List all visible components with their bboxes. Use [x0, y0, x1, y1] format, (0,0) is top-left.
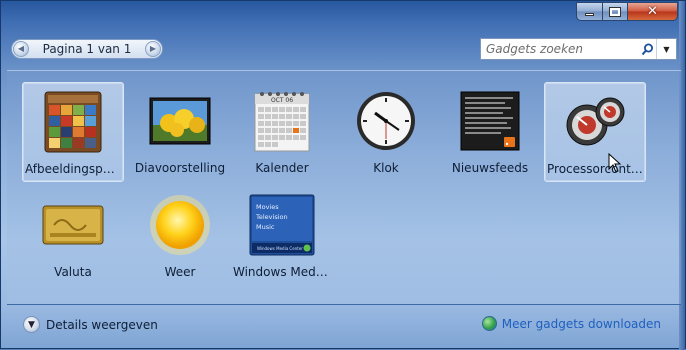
gadget-gallery: Afbeeldingspuz... Diavoorstelling OCT 06…	[7, 70, 681, 305]
gadget-tile-slideshow[interactable]: Diavoorstelling	[129, 82, 231, 182]
search-icon[interactable]	[638, 39, 656, 59]
gadget-label: Windows Media...	[233, 265, 333, 279]
maximize-button[interactable]	[603, 2, 628, 21]
gallery-footer: ▼ Details weergeven Meer gadgets downloa…	[7, 306, 681, 346]
media-brand-label: Windows Media Center	[257, 246, 303, 251]
gadget-label: Kalender	[255, 161, 309, 175]
currency-icon	[38, 192, 108, 258]
minimize-icon	[585, 13, 594, 16]
gadget-label: Klok	[373, 161, 399, 175]
gadget-tile-clock[interactable]: Klok	[335, 82, 437, 182]
previous-page-button[interactable]: ◀	[13, 41, 29, 57]
minimize-button[interactable]	[576, 2, 603, 21]
chevron-down-icon: ▼	[23, 316, 40, 333]
download-more-gadgets-label: Meer gadgets downloaden	[501, 316, 661, 331]
search-options-dropdown[interactable]: ▼	[656, 39, 676, 59]
gadget-label: Afbeeldingspuz...	[25, 162, 123, 176]
maximize-icon	[609, 6, 621, 17]
gadget-label: Processorcontr...	[547, 162, 645, 176]
newsfeed-icon	[455, 88, 525, 154]
gadget-tile-calendar[interactable]: OCT 06 Kalender	[231, 82, 333, 182]
details-toggle-button[interactable]: ▼ Details weergeven	[23, 316, 158, 333]
weather-sun-icon	[145, 192, 215, 258]
chevron-down-icon: ▼	[663, 44, 670, 54]
media-item-music: Music	[256, 223, 275, 231]
gadget-tile-newsfeeds[interactable]: Nieuwsfeeds	[439, 82, 541, 182]
window-caption-buttons: ✕	[576, 2, 678, 22]
picture-puzzle-icon	[38, 89, 108, 155]
media-center-icon: Movies Television Music Windows Media Ce…	[247, 192, 317, 258]
download-more-gadgets-link[interactable]: Meer gadgets downloaden	[481, 316, 661, 331]
next-page-button[interactable]: ▶	[145, 41, 161, 57]
cpu-meter-icon	[560, 89, 630, 155]
chevron-right-icon: ▶	[149, 44, 157, 53]
details-label: Details weergeven	[46, 317, 158, 332]
gadget-tile-cpu-meter[interactable]: Processorcontr...	[544, 82, 646, 182]
media-item-television: Television	[255, 213, 288, 221]
page-indicator: Pagina 1 van 1	[42, 42, 132, 56]
gadget-gallery-window: ✕ ◀ Pagina 1 van 1 ▶ ▼	[0, 0, 686, 350]
calendar-icon: OCT 06	[247, 88, 317, 154]
close-icon: ✕	[647, 4, 658, 19]
media-item-movies: Movies	[256, 203, 279, 211]
globe-icon	[481, 316, 497, 331]
gadget-tile-media-center[interactable]: Movies Television Music Windows Media Ce…	[231, 186, 333, 286]
gadget-label: Weer	[164, 265, 196, 279]
gadget-label: Nieuwsfeeds	[451, 161, 529, 175]
search-box: ▼	[480, 38, 677, 60]
gadget-tile-picture-puzzle[interactable]: Afbeeldingspuz...	[22, 82, 124, 182]
slideshow-icon	[145, 88, 215, 154]
gadget-label: Valuta	[54, 265, 92, 279]
close-button[interactable]: ✕	[628, 2, 678, 21]
search-input[interactable]	[481, 42, 638, 56]
clock-icon	[351, 88, 421, 154]
gadget-label: Diavoorstelling	[134, 161, 226, 175]
gadget-tile-currency[interactable]: Valuta	[22, 186, 124, 286]
calendar-month-label: OCT 06	[271, 97, 293, 104]
page-navigator: ◀ Pagina 1 van 1 ▶	[11, 39, 163, 59]
gadget-tile-weather[interactable]: Weer	[129, 186, 231, 286]
chevron-left-icon: ◀	[17, 44, 25, 53]
